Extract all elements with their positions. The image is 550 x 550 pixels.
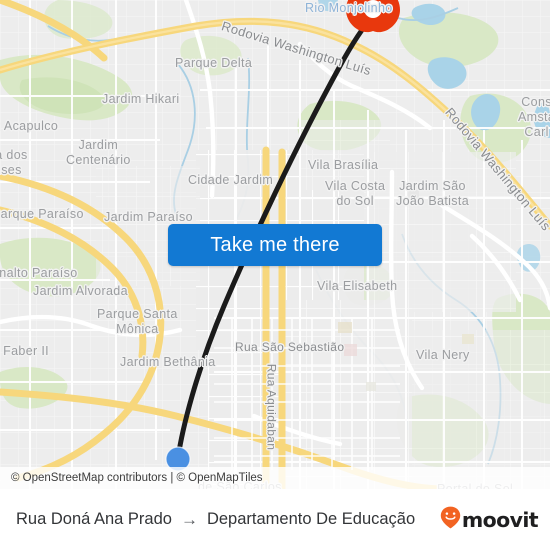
map-label: Rua São Sebastião	[235, 340, 345, 354]
map-label: Parque Delta	[175, 56, 253, 70]
moovit-pin-icon	[440, 506, 461, 534]
map-label: Parque Santa Mônica	[97, 307, 178, 336]
map-attribution: © OpenStreetMap contributors | © OpenMap…	[0, 467, 550, 489]
map-label: Jardim Paraíso	[104, 210, 193, 224]
arrow-right-icon: →	[180, 510, 198, 529]
take-me-there-label: Take me there	[210, 233, 340, 256]
map-label: Rodovia Washington Luís	[442, 104, 550, 234]
origin-name: Rua Doná Ana Prado	[16, 510, 172, 528]
map-label: Jardim Centenário	[66, 138, 131, 167]
trip-footer-bar: Rua Doná Ana Prado → Departamento De Edu…	[0, 489, 550, 550]
map-label: Vila Brasília	[308, 158, 379, 172]
map-label: analto Paraíso	[0, 266, 78, 280]
map-label: Jardim Alvorada	[33, 284, 128, 298]
route-summary: Rua Doná Ana Prado → Departamento De Edu…	[16, 510, 415, 529]
map-label: Rua Aquidaban	[264, 363, 279, 451]
map-label: Cidade Jardim	[188, 173, 274, 187]
map-label: da dos uses	[0, 148, 28, 177]
map-label: Jardim Hikari	[102, 92, 180, 106]
moovit-trip-map-screen: Rio Monjolinho Rodovia Washington Luís Rod…	[0, 0, 550, 550]
map-label: Cons Amsta Carl	[518, 95, 550, 139]
map-label: Vila Costa do Sol	[325, 179, 386, 208]
take-me-there-button[interactable]: Take me there	[168, 224, 382, 266]
map-label: Parque Paraíso	[0, 207, 84, 221]
map-label: Jardim Bethânia	[120, 355, 216, 369]
moovit-wordmark: moovit	[461, 507, 539, 532]
map-label: m Acapulco	[0, 119, 59, 133]
attribution-text: © OpenStreetMap contributors | © OpenMap…	[11, 472, 263, 484]
moovit-logo[interactable]: moovit	[440, 506, 539, 534]
map-label: Vila Nery	[416, 348, 470, 362]
map-label: Jardim São João Batista	[396, 179, 469, 208]
map-label: Rodovia Washington Luís	[219, 18, 374, 79]
destination-name: Departamento De Educação	[206, 510, 416, 528]
map-label: Vila Elisabeth	[317, 279, 398, 293]
map-label: Rio Monjolinho	[305, 1, 393, 15]
map-label: e Faber II	[0, 344, 49, 358]
